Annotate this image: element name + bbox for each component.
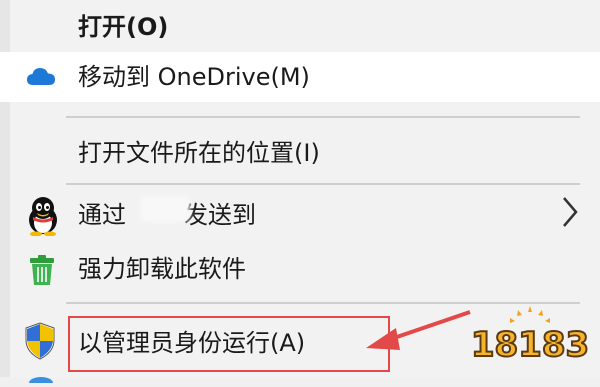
uac-shield-icon <box>24 322 56 364</box>
watermark-text: 18183 <box>471 325 589 365</box>
trash-icon <box>28 254 56 290</box>
watermark-logo: 18183 <box>470 304 590 368</box>
menu-item-move-onedrive[interactable]: 移动到 OneDrive(M) <box>0 52 600 102</box>
cloud-icon <box>26 66 56 92</box>
menu-separator <box>66 116 580 118</box>
menu-item-open-file-location[interactable]: 打开文件所在的位置(I) <box>0 128 600 178</box>
menu-item-move-onedrive-label: 移动到 OneDrive(M) <box>78 63 310 91</box>
pointer-arrow-icon <box>360 300 480 364</box>
menu-item-open[interactable]: 打开(O) <box>0 2 600 52</box>
menu-item-force-uninstall[interactable]: 强力卸载此软件 <box>0 244 600 294</box>
qq-penguin-icon <box>26 196 60 240</box>
chevron-right-icon <box>561 195 579 233</box>
context-menu: 打开(O) 移动到 OneDrive(M) 打开文件所在的位置(I) 通过 发送… <box>0 0 600 387</box>
menu-separator <box>66 183 580 185</box>
menu-item-send-via-qq[interactable]: 通过 发送到 <box>0 190 600 240</box>
blurred-region <box>140 196 190 222</box>
menu-item-open-file-location-label: 打开文件所在的位置(I) <box>78 139 320 167</box>
menu-item-force-uninstall-label: 强力卸载此软件 <box>78 255 246 283</box>
highlight-box <box>68 316 390 372</box>
partial-icon <box>26 368 56 387</box>
menu-item-open-label: 打开(O) <box>78 13 169 41</box>
